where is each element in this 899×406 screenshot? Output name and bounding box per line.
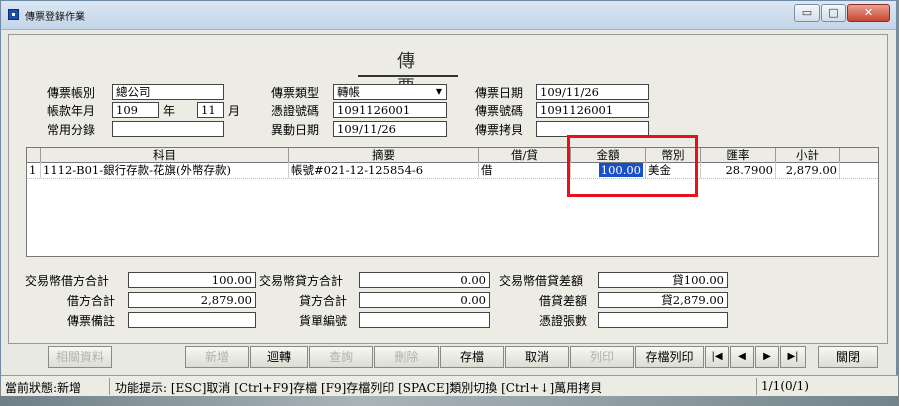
highlight-box (567, 135, 698, 197)
minimize-button[interactable]: ▭ (794, 4, 820, 22)
fx-debit-label: 交易幣借方合計 (25, 274, 110, 288)
related-button[interactable]: 相關資料 (48, 346, 112, 368)
first-record-button[interactable]: |◀ (705, 346, 729, 368)
grid-header-subtotal[interactable]: 小計 (776, 148, 840, 162)
number-field[interactable]: 1091126001 (536, 102, 649, 118)
grid-header-memo[interactable]: 摘要 (289, 148, 479, 162)
month-field[interactable]: 11 (197, 102, 224, 118)
debit-field: 2,879.00 (128, 292, 256, 308)
grid-header-subject[interactable]: 科目 (41, 148, 289, 162)
save-print-button[interactable]: 存檔列印 (635, 346, 704, 368)
bill-label: 貨單編號 (299, 314, 348, 328)
change-date-field[interactable]: 109/11/26 (333, 121, 447, 137)
voucher-window: 傳票登錄作業 ▭ □ ✕ 傳 票 傳票帳別 總公司 傳票類型 轉帳 ▼ 傳票日期… (0, 0, 898, 398)
row-dc[interactable]: 借 (479, 162, 571, 178)
voucher-form: 傳 票 傳票帳別 總公司 傳票類型 轉帳 ▼ 傳票日期 109/11/26 帳款… (8, 34, 888, 344)
back-button[interactable]: 迴轉 (250, 346, 308, 368)
minimize-icon: ▭ (801, 6, 813, 19)
summary-field[interactable] (112, 121, 224, 137)
year-unit: 年 (163, 104, 176, 118)
diff-label: 借貸差額 (539, 294, 588, 308)
voucher-no-label: 憑證號碼 (271, 104, 320, 118)
close-icon: ✕ (863, 6, 874, 19)
year-field[interactable]: 109 (112, 102, 159, 118)
date-label: 傳票日期 (475, 86, 524, 100)
debit-label: 借方合計 (67, 294, 116, 308)
summary-label: 常用分錄 (47, 123, 96, 137)
bill-field[interactable] (359, 312, 490, 328)
print-button[interactable]: 列印 (570, 346, 634, 368)
close-window-button[interactable]: ✕ (847, 4, 890, 22)
row-rate[interactable]: 28.7900 (701, 162, 776, 178)
delete-button[interactable]: 刪除 (374, 346, 439, 368)
fx-credit-field: 0.00 (359, 272, 490, 288)
status-page: 1/1(0/1) (761, 379, 809, 393)
next-icon: ▶ (763, 351, 771, 362)
prev-record-button[interactable]: ◀ (730, 346, 754, 368)
fx-credit-label: 交易幣貸方合計 (259, 274, 344, 288)
maximize-button[interactable]: □ (821, 4, 846, 22)
query-button[interactable]: 查詢 (309, 346, 373, 368)
type-label: 傳票類型 (271, 86, 320, 100)
remark-field[interactable] (128, 312, 256, 328)
type-select[interactable]: 轉帳 ▼ (333, 84, 447, 100)
row-number: 1 (27, 162, 41, 178)
grid-header: 科目 摘要 借/貸 金額 幣別 匯率 小計 (27, 148, 878, 163)
credit-label: 貸方合計 (299, 294, 348, 308)
title-underline (358, 75, 458, 77)
grid-header-no (27, 148, 41, 162)
window-title: 傳票登錄作業 (25, 12, 85, 23)
first-icon: |◀ (711, 351, 723, 362)
status-divider (109, 378, 110, 395)
ym-label: 帳款年月 (47, 104, 96, 118)
chevron-down-icon[interactable]: ▼ (433, 86, 445, 98)
row-subject[interactable]: 1112-B01-銀行存款-花旗(外幣存款) (41, 162, 289, 178)
date-field[interactable]: 109/11/26 (536, 84, 649, 100)
credit-field: 0.00 (359, 292, 490, 308)
app-icon (8, 9, 19, 20)
grid-header-dc[interactable]: 借/貸 (479, 148, 571, 162)
add-button[interactable]: 新增 (185, 346, 249, 368)
last-icon: ▶| (787, 351, 799, 362)
number-label: 傳票號碼 (475, 104, 524, 118)
cancel-button[interactable]: 取消 (505, 346, 569, 368)
voucher-no-field[interactable]: 1091126001 (333, 102, 447, 118)
remark-label: 傳票備註 (67, 314, 116, 328)
month-unit: 月 (228, 104, 241, 118)
entry-grid[interactable]: 科目 摘要 借/貸 金額 幣別 匯率 小計 1 1112-B01-銀行存款-花旗… (26, 147, 879, 257)
button-bar: 相關資料 新增 迴轉 查詢 刪除 存檔 取消 列印 存檔列印 |◀ ◀ ▶ ▶|… (8, 346, 888, 370)
account-label: 傳票帳別 (47, 86, 96, 100)
close-button[interactable]: 關閉 (818, 346, 878, 368)
last-record-button[interactable]: ▶| (780, 346, 806, 368)
status-state: 當前狀態:新增 (5, 381, 82, 395)
fx-debit-field: 100.00 (128, 272, 256, 288)
next-record-button[interactable]: ▶ (755, 346, 779, 368)
type-value: 轉帳 (337, 85, 360, 99)
row-subtotal: 2,879.00 (776, 162, 840, 178)
fx-diff-label: 交易幣借貸差額 (499, 274, 584, 288)
title-bar: 傳票登錄作業 ▭ □ ✕ (1, 1, 896, 30)
voucher-count-field[interactable] (598, 312, 728, 328)
row-memo[interactable]: 帳號#021-12-125854-6 (289, 162, 479, 178)
fx-diff-field: 貸100.00 (598, 272, 728, 288)
account-field[interactable]: 總公司 (112, 84, 224, 100)
change-date-label: 異動日期 (271, 123, 320, 137)
desktop-background (0, 396, 899, 406)
status-hint: 功能提示: [ESC]取消 [Ctrl+F9]存檔 [F9]存檔列印 [SPAC… (115, 381, 603, 395)
copy-label: 傳票拷貝 (475, 123, 524, 137)
diff-field: 貸2,879.00 (598, 292, 728, 308)
status-divider (756, 378, 757, 395)
voucher-count-label: 憑證張數 (539, 314, 588, 328)
save-button[interactable]: 存檔 (440, 346, 504, 368)
grid-header-rate[interactable]: 匯率 (701, 148, 776, 162)
maximize-icon: □ (828, 6, 839, 19)
table-row[interactable]: 1 1112-B01-銀行存款-花旗(外幣存款) 帳號#021-12-12585… (27, 162, 878, 179)
prev-icon: ◀ (738, 351, 746, 362)
status-bar: 當前狀態:新增 功能提示: [ESC]取消 [Ctrl+F9]存檔 [F9]存檔… (1, 375, 898, 398)
